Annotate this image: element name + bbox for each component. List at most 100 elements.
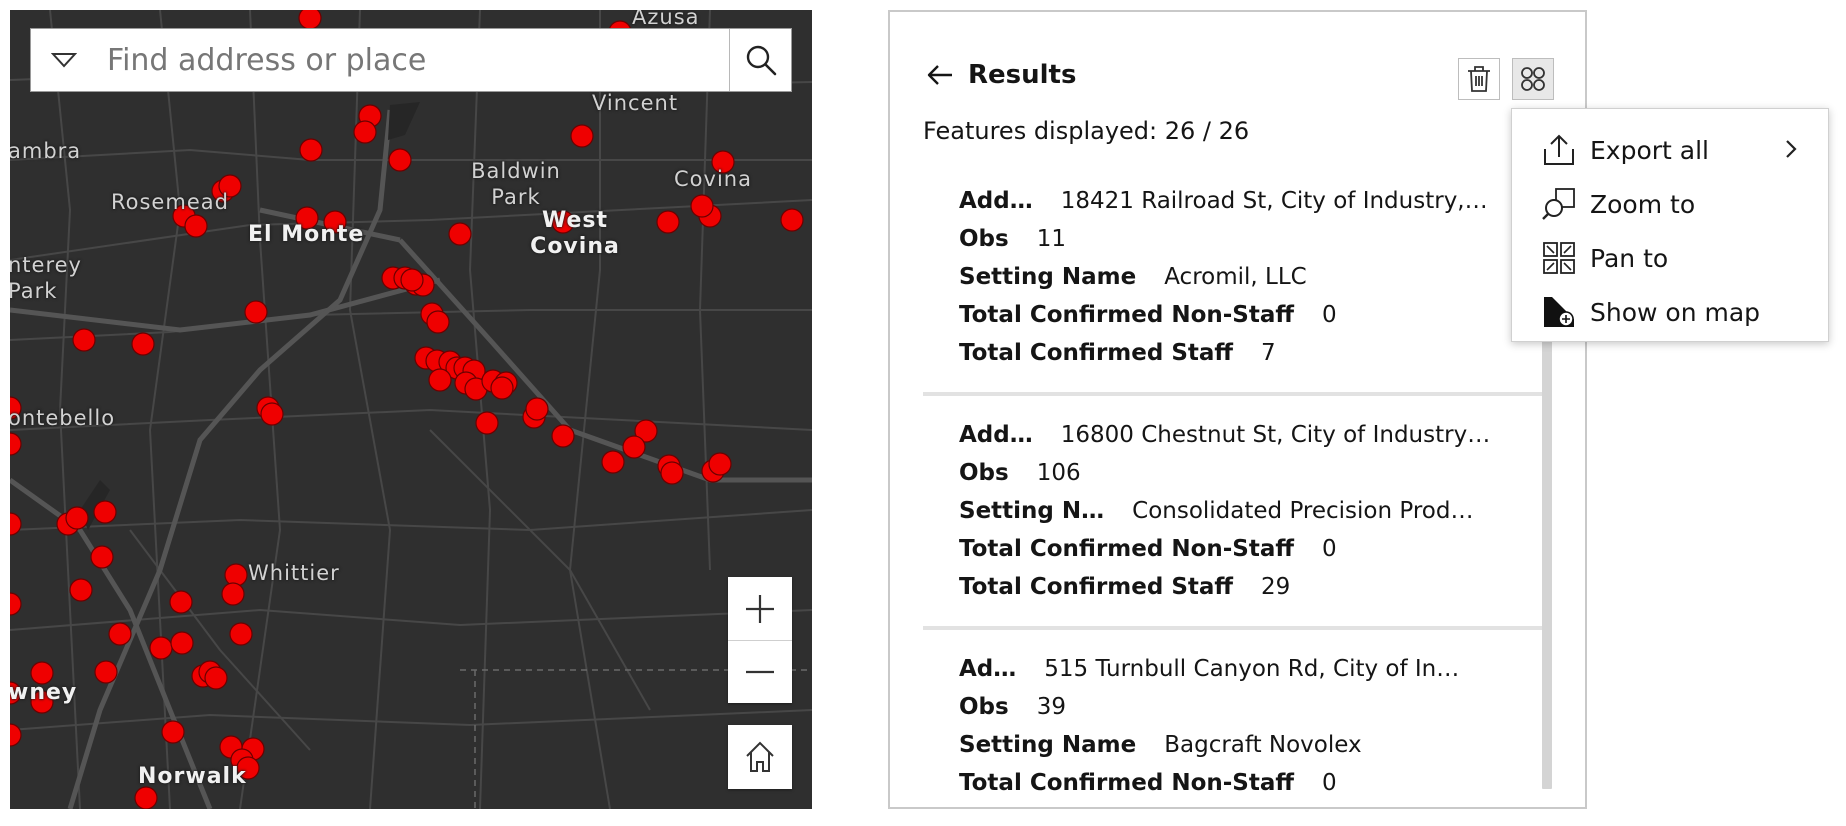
menu-item-pan-to[interactable]: Pan to xyxy=(1512,231,1828,285)
feature-point[interactable] xyxy=(298,10,322,30)
feature-point[interactable] xyxy=(10,432,22,456)
place-label-whittier: Whittier xyxy=(248,561,340,585)
feature-point[interactable] xyxy=(260,402,284,426)
place-label-azusa: Azusa xyxy=(632,10,700,29)
field-key: Add… xyxy=(959,422,1033,448)
feature-point[interactable] xyxy=(108,622,132,646)
feature-point[interactable] xyxy=(170,631,194,655)
result-field: Total Confirmed Non-Staff 0 xyxy=(959,764,1543,792)
field-key: Total Confirmed Non-Staff xyxy=(959,536,1295,562)
search-input[interactable] xyxy=(97,29,729,91)
field-value: 16800 Chestnut St, City of Industry… xyxy=(1060,422,1491,448)
feature-point[interactable] xyxy=(622,435,646,459)
feature-point[interactable] xyxy=(388,148,412,172)
feature-point[interactable] xyxy=(94,660,118,684)
feature-point[interactable] xyxy=(525,397,549,421)
place-label-el-monte: El Monte xyxy=(248,222,365,247)
field-key: Setting Name xyxy=(959,264,1137,290)
search-source-dropdown[interactable] xyxy=(31,29,97,91)
feature-point[interactable] xyxy=(184,214,208,238)
zoom-to-icon xyxy=(1542,187,1576,221)
feature-point[interactable] xyxy=(224,563,248,587)
search-button[interactable] xyxy=(729,29,791,91)
feature-point[interactable] xyxy=(229,622,253,646)
place-label-alhambra: ambra xyxy=(10,139,82,163)
field-value: 0 xyxy=(1322,302,1337,328)
feature-point[interactable] xyxy=(656,210,680,234)
result-card[interactable]: Ad… 515 Turnbull Canyon Rd, City of In… O… xyxy=(923,630,1543,792)
field-value: 29 xyxy=(1261,574,1291,600)
options-menu-button[interactable] xyxy=(1512,58,1554,100)
place-label-vincent: Vincent xyxy=(592,91,679,115)
feature-point[interactable] xyxy=(93,500,117,524)
feature-point[interactable] xyxy=(149,636,173,660)
feature-point[interactable] xyxy=(72,328,96,352)
feature-point[interactable] xyxy=(690,194,714,218)
result-field: Setting N… Consolidated Precision Prod… xyxy=(959,492,1543,530)
feature-point[interactable] xyxy=(475,411,499,435)
feature-point[interactable] xyxy=(426,310,450,334)
back-to-results[interactable]: Results xyxy=(926,60,1076,90)
menu-item-label: Show on map xyxy=(1590,297,1761,327)
search-icon xyxy=(746,45,776,76)
field-key: Setting Name xyxy=(959,732,1137,758)
feature-point[interactable] xyxy=(570,124,594,148)
pan-to-icon xyxy=(1542,241,1576,275)
result-card[interactable]: Add… 18421 Railroad St, City of Industry,… xyxy=(923,162,1543,396)
menu-item-show-on-map[interactable]: Show on map xyxy=(1512,285,1828,339)
features-displayed-count: Features displayed: 26 / 26 xyxy=(923,117,1250,145)
trash-icon xyxy=(1468,66,1490,92)
feature-point[interactable] xyxy=(448,222,472,246)
feature-point[interactable] xyxy=(10,512,22,536)
place-label-baldwin-park: Baldwin Park xyxy=(471,159,561,209)
feature-point[interactable] xyxy=(69,578,93,602)
menu-item-export-all[interactable]: Export all xyxy=(1512,123,1828,177)
place-label-montebello: ontebello xyxy=(10,406,116,430)
place-label-west-covina: West Covina xyxy=(530,208,620,259)
feature-point[interactable] xyxy=(551,424,575,448)
results-title: Results xyxy=(968,60,1077,90)
results-list[interactable]: Add… 18421 Railroad St, City of Industry,… xyxy=(923,162,1543,792)
zoom-in-button[interactable] xyxy=(728,577,792,640)
zoom-out-button[interactable] xyxy=(728,640,792,703)
feature-point[interactable] xyxy=(780,208,804,232)
caret-down-icon xyxy=(51,53,77,68)
feature-point[interactable] xyxy=(169,590,193,614)
result-field: Setting Name Bagcraft Novolex xyxy=(959,726,1543,764)
feature-point[interactable] xyxy=(353,120,377,144)
menu-item-zoom-to[interactable]: Zoom to xyxy=(1512,177,1828,231)
field-value: Bagcraft Novolex xyxy=(1164,732,1362,758)
field-key: Obs xyxy=(959,460,1009,486)
result-card[interactable]: Add… 16800 Chestnut St, City of Industry…… xyxy=(923,396,1543,630)
feature-point[interactable] xyxy=(131,332,155,356)
map-view[interactable]: Azusa Vincent ambra Rosemead Baldwin Park… xyxy=(10,10,812,809)
result-field: Obs 106 xyxy=(959,454,1543,492)
minus-icon xyxy=(746,670,774,674)
feature-point[interactable] xyxy=(10,592,22,616)
export-icon xyxy=(1542,133,1576,167)
feature-point[interactable] xyxy=(221,582,245,606)
feature-point[interactable] xyxy=(65,506,89,530)
field-value: 18421 Railroad St, City of Industry,… xyxy=(1060,188,1488,214)
home-button[interactable] xyxy=(728,725,792,789)
field-value: 11 xyxy=(1036,226,1066,252)
feature-point[interactable] xyxy=(161,720,185,744)
feature-point[interactable] xyxy=(299,138,323,162)
feature-point[interactable] xyxy=(601,450,625,474)
basemap xyxy=(10,10,812,809)
feature-point[interactable] xyxy=(90,545,114,569)
feature-point[interactable] xyxy=(10,723,22,747)
feature-point[interactable] xyxy=(660,461,684,485)
feature-point[interactable] xyxy=(134,786,158,809)
feature-point[interactable] xyxy=(428,368,452,392)
result-field: Obs 11 xyxy=(959,220,1543,258)
feature-point[interactable] xyxy=(204,666,228,690)
field-value: Consolidated Precision Prod… xyxy=(1132,498,1474,524)
clear-results-button[interactable] xyxy=(1458,58,1500,100)
feature-point[interactable] xyxy=(400,268,424,292)
field-key: Ad… xyxy=(959,656,1017,682)
feature-point[interactable] xyxy=(708,452,732,476)
feature-point[interactable] xyxy=(244,300,268,324)
zoom-control xyxy=(728,577,792,703)
feature-point[interactable] xyxy=(490,376,514,400)
